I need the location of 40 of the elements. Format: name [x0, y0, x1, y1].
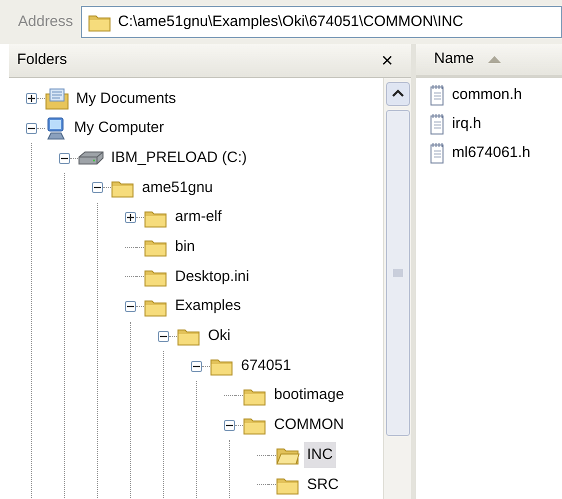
scroll-up-icon[interactable] [386, 82, 410, 106]
computer-icon [45, 116, 67, 141]
pane-title: Folders [17, 50, 68, 70]
collapse-toggle[interactable] [26, 123, 37, 134]
tree-item[interactable]: Oki [205, 323, 234, 350]
collapse-toggle[interactable] [92, 182, 103, 194]
text-file-icon [430, 113, 446, 135]
tree-item[interactable]: Examples [172, 293, 244, 320]
collapse-toggle[interactable] [224, 420, 235, 431]
tree-item[interactable]: INC [304, 442, 336, 468]
address-field[interactable]: C:\ame51gnu\Examples\Oki\674051\COMMON\INC [81, 6, 562, 38]
collapse-toggle[interactable] [125, 301, 136, 312]
tree-item[interactable]: bin [172, 234, 198, 261]
documents-folder-icon [45, 88, 69, 110]
tree-item[interactable]: ame51gnu [139, 174, 216, 202]
scroll-thumb[interactable] [386, 110, 410, 436]
tree-item[interactable]: bootimage [271, 382, 348, 409]
tree-item[interactable]: IBM_PRELOAD (C:) [108, 144, 250, 172]
tree-item[interactable]: Desktop.ini [172, 264, 252, 290]
tree-item[interactable]: SRC [304, 472, 342, 498]
collapse-toggle[interactable] [158, 330, 169, 342]
expand-toggle[interactable] [125, 212, 136, 224]
file-name[interactable]: irq.h [452, 112, 482, 136]
tree-item[interactable]: My Documents [73, 86, 180, 112]
close-button[interactable]: × [381, 50, 393, 70]
tree-item[interactable]: My Computer [71, 115, 168, 142]
expand-toggle[interactable] [26, 93, 37, 104]
plus-icon [127, 214, 134, 222]
text-file-icon [430, 84, 446, 106]
file-name[interactable]: ml674061.h [452, 142, 530, 164]
address-label: Address [18, 12, 74, 32]
tree-item[interactable]: 674051 [238, 352, 294, 380]
scrollbar[interactable] [383, 78, 411, 499]
tree-item[interactable]: arm-elf [172, 204, 225, 231]
tree-item[interactable]: COMMON [271, 412, 347, 439]
collapse-toggle[interactable] [59, 152, 70, 164]
file-name[interactable]: common.h [452, 84, 522, 106]
collapse-toggle[interactable] [191, 360, 202, 372]
text-file-icon [430, 142, 446, 164]
plus-icon [28, 95, 35, 102]
